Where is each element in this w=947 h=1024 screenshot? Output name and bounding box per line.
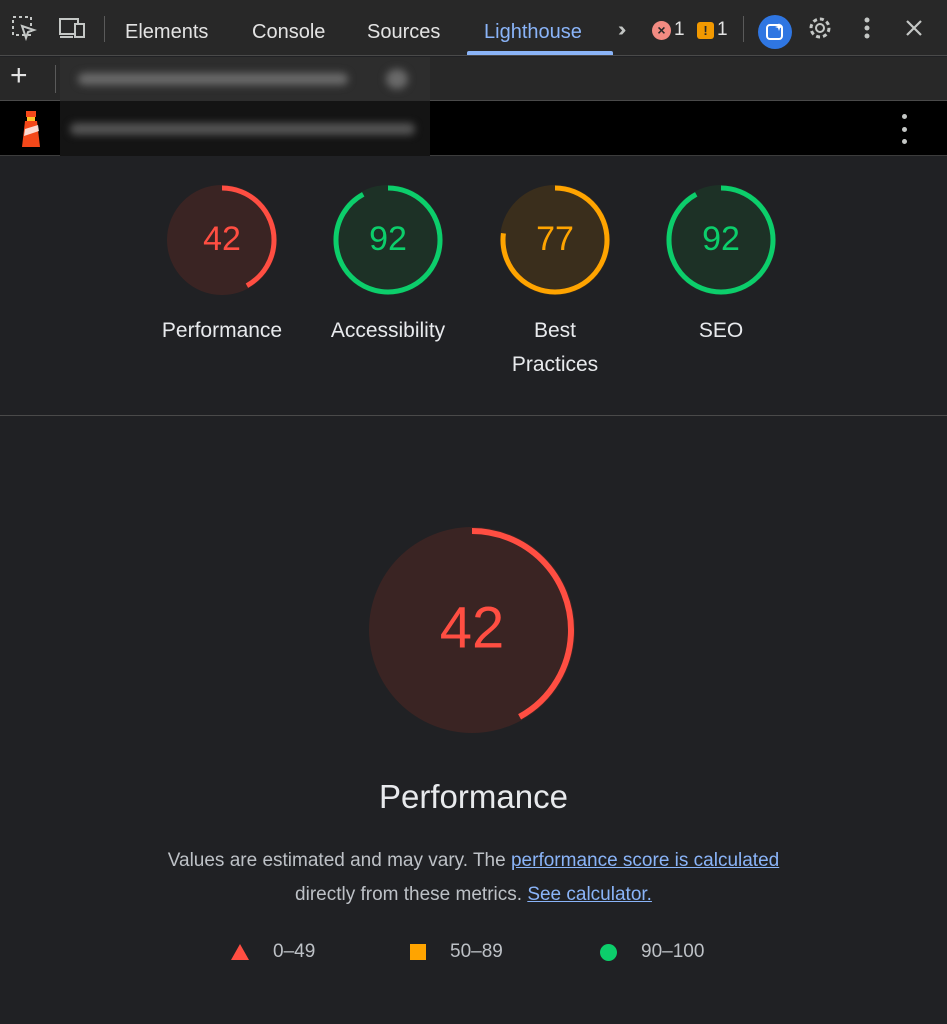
- performance-gauge-large: 42: [369, 527, 575, 733]
- report-url-blurred: [60, 101, 430, 156]
- gauge-score: 92: [369, 220, 407, 258]
- error-count: 1: [674, 19, 685, 40]
- error-icon: ×: [652, 20, 671, 40]
- toolbar-divider: [743, 16, 744, 42]
- report-bar-divider: [55, 65, 56, 93]
- toolbar-divider: [104, 16, 105, 42]
- gear-icon[interactable]: [806, 14, 834, 42]
- gauge-label: Best Practices: [511, 319, 599, 376]
- gauge-ring: 92: [666, 185, 776, 295]
- warning-count: 1: [717, 19, 728, 40]
- score-gauge-best-practices[interactable]: 77 Best Practices: [475, 184, 635, 382]
- warning-icon: !: [697, 21, 714, 39]
- score-gauge-performance[interactable]: 42 Performance: [142, 184, 302, 348]
- gauge-ring: 77: [500, 185, 610, 295]
- see-calculator-link[interactable]: See calculator.: [527, 884, 652, 905]
- active-tab-indicator: [467, 51, 613, 55]
- description-text: directly from these metrics.: [295, 884, 528, 905]
- legend-pass-label: 90–100: [641, 941, 705, 962]
- description-text: Values are estimated and may vary. The: [167, 850, 511, 871]
- lighthouse-logo-icon: [22, 111, 40, 147]
- tab-console[interactable]: Console: [252, 0, 325, 56]
- tab-elements[interactable]: Elements: [125, 0, 208, 56]
- legend-average-label: 50–89: [450, 941, 503, 962]
- gauge-ring: 42: [167, 185, 277, 295]
- gauge-ring: 92: [333, 185, 443, 295]
- legend-fail-label: 0–49: [273, 941, 316, 962]
- gauge-score: 42: [203, 220, 241, 258]
- inspect-element-icon[interactable]: [10, 14, 38, 42]
- category-title: Performance: [379, 778, 568, 815]
- report-selector-blurred[interactable]: [60, 57, 430, 101]
- category-description: Values are estimated and may vary. The p…: [150, 844, 797, 912]
- report-menu-icon[interactable]: [898, 114, 910, 144]
- section-divider: [0, 415, 947, 416]
- warning-badge[interactable]: ! 1: [697, 19, 728, 41]
- devtools-toolbar: Elements Console Sources Lighthouse ›› ×…: [0, 0, 947, 56]
- gauge-score: 42: [440, 596, 505, 661]
- close-icon[interactable]: [900, 14, 928, 42]
- more-options-icon[interactable]: [853, 14, 881, 42]
- tab-sources[interactable]: Sources: [367, 0, 440, 56]
- average-square-icon: [410, 944, 426, 960]
- add-report-button[interactable]: +: [10, 59, 28, 93]
- score-gauge-seo[interactable]: 92 SEO: [641, 184, 801, 348]
- legend-pass: 90–100: [600, 941, 704, 963]
- fail-triangle-icon: [231, 944, 249, 960]
- gauge-label: SEO: [698, 319, 744, 342]
- gauge-score: 92: [702, 220, 740, 258]
- tab-lighthouse[interactable]: Lighthouse: [484, 0, 582, 56]
- score-gauge-accessibility[interactable]: 92 Accessibility: [308, 184, 468, 348]
- more-tabs-icon[interactable]: ››: [618, 19, 627, 42]
- legend-fail: 0–49: [231, 941, 315, 963]
- gauge-label: Performance: [161, 319, 283, 342]
- pass-circle-icon: [600, 943, 617, 961]
- device-toolbar-icon[interactable]: [58, 14, 86, 42]
- gauge-label: Accessibility: [330, 319, 446, 342]
- score-calculation-link[interactable]: performance score is calculated: [511, 850, 779, 871]
- legend-average: 50–89: [410, 941, 503, 963]
- ai-assistant-icon[interactable]: [758, 15, 792, 49]
- gauge-score: 77: [536, 220, 574, 258]
- error-badge[interactable]: × 1: [652, 19, 685, 41]
